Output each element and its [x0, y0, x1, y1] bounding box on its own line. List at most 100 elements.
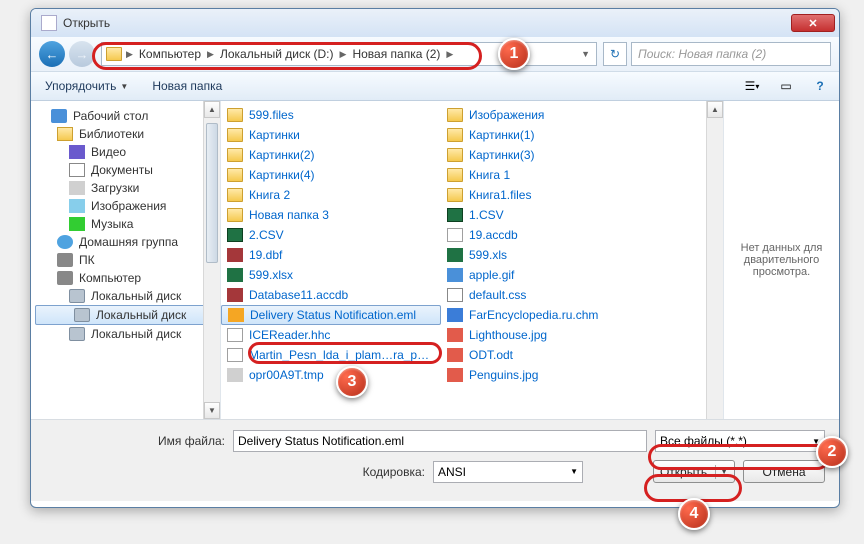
nav-label: Музыка — [91, 217, 133, 231]
file-item[interactable]: Lighthouse.jpg — [441, 325, 661, 345]
chevron-down-icon[interactable]: ▼ — [579, 49, 592, 59]
forward-button[interactable]: → — [69, 41, 95, 67]
nav-scrollbar[interactable]: ▲ ▼ — [203, 101, 220, 419]
filename-input[interactable] — [233, 430, 647, 452]
file-item[interactable]: Книга 1 — [441, 165, 661, 185]
db-icon — [227, 248, 243, 262]
file-item[interactable]: Книга1.files — [441, 185, 661, 205]
file-item[interactable]: 19.accdb — [441, 225, 661, 245]
file-item[interactable]: FarEncyclopedia.ru.chm — [441, 305, 661, 325]
file-name: 599.xlsx — [249, 268, 293, 282]
file-item[interactable]: Изображения — [441, 105, 661, 125]
file-item[interactable]: Картинки(3) — [441, 145, 661, 165]
nav-item[interactable]: Загрузки — [31, 179, 220, 197]
nav-item[interactable]: Домашняя группа — [31, 233, 220, 251]
close-button[interactable]: ✕ — [791, 14, 835, 32]
file-name: Изображения — [469, 108, 544, 122]
dl-icon — [69, 181, 85, 195]
file-item[interactable]: ODT.odt — [441, 345, 661, 365]
file-item[interactable]: opr00A9T.tmp — [221, 365, 441, 385]
file-item[interactable]: 19.dbf — [221, 245, 441, 265]
search-input[interactable]: Поиск: Новая папка (2) — [631, 42, 831, 66]
file-icon — [447, 228, 463, 242]
fold-icon — [227, 128, 243, 142]
nav-label: Документы — [91, 163, 153, 177]
file-item[interactable]: default.css — [441, 285, 661, 305]
nav-label: Загрузки — [91, 181, 139, 195]
chevron-icon[interactable]: ▶ — [444, 49, 455, 60]
fold-icon — [227, 148, 243, 162]
file-item[interactable]: Delivery Status Notification.eml — [221, 305, 441, 325]
nav-item[interactable]: Локальный диск — [35, 305, 216, 325]
dialog-body: Рабочий столБиблиотекиВидео Документы Загр… — [31, 101, 839, 419]
file-item[interactable]: Martin_Pesn_lda_i_plam…ra_p… — [221, 345, 441, 365]
scroll-down-button[interactable]: ▼ — [204, 402, 220, 419]
preview-pane: Нет данных для дварительного просмотра. — [723, 101, 839, 419]
chevron-icon[interactable]: ▶ — [338, 49, 349, 60]
titlebar[interactable]: Открыть ✕ — [31, 9, 839, 37]
fold-icon — [227, 188, 243, 202]
fold-icon — [227, 108, 243, 122]
file-item[interactable]: Картинки — [221, 125, 441, 145]
fold-icon — [227, 168, 243, 182]
file-name: Lighthouse.jpg — [469, 328, 547, 342]
scroll-up-button[interactable]: ▲ — [204, 101, 220, 118]
nav-item[interactable]: Рабочий стол — [31, 107, 220, 125]
nav-item[interactable]: Локальный диск — [31, 287, 220, 305]
file-name: 19.accdb — [469, 228, 518, 242]
nav-item[interactable]: Библиотеки — [31, 125, 220, 143]
file-name: 1.CSV — [469, 208, 504, 222]
encoding-select[interactable]: ANSI▼ — [433, 461, 583, 483]
refresh-button[interactable]: ↻ — [603, 42, 627, 66]
file-item[interactable]: Database11.accdb — [221, 285, 441, 305]
file-name: Книга1.files — [469, 188, 531, 202]
chevron-icon[interactable]: ▶ — [205, 49, 216, 60]
nav-item[interactable]: Музыка — [31, 215, 220, 233]
scroll-up-button[interactable]: ▲ — [707, 101, 723, 118]
file-item[interactable]: Книга 2 — [221, 185, 441, 205]
view-options-button[interactable]: ☰▾ — [741, 76, 763, 96]
file-scrollbar[interactable]: ▲ — [706, 101, 723, 419]
file-item[interactable]: 2.CSV — [221, 225, 441, 245]
file-item[interactable]: 599.files — [221, 105, 441, 125]
nav-item[interactable]: Видео — [31, 143, 220, 161]
fold-icon — [447, 168, 463, 182]
open-button[interactable]: Открыть▼ — [653, 460, 735, 483]
nav-item[interactable]: Изображения — [31, 197, 220, 215]
breadcrumb-segment[interactable]: Компьютер — [137, 47, 203, 61]
nav-item[interactable]: Документы — [31, 161, 220, 179]
file-name: 2.CSV — [249, 228, 284, 242]
jpg-icon — [447, 328, 463, 342]
scroll-thumb[interactable] — [206, 123, 218, 263]
file-item[interactable]: Картинки(1) — [441, 125, 661, 145]
file-type-filter[interactable]: Все файлы (*.*)▼ — [655, 430, 825, 452]
file-icon — [227, 348, 243, 362]
nav-label: Локальный диск — [96, 308, 186, 322]
file-item[interactable]: 599.xlsx — [221, 265, 441, 285]
nav-item[interactable]: Компьютер — [31, 269, 220, 287]
file-item[interactable]: Картинки(2) — [221, 145, 441, 165]
file-name: Картинки(4) — [249, 168, 315, 182]
file-item[interactable]: Новая папка 3 — [221, 205, 441, 225]
file-item[interactable]: Картинки(4) — [221, 165, 441, 185]
back-button[interactable]: ← — [39, 41, 65, 67]
chevron-icon[interactable]: ▶ — [124, 49, 135, 60]
help-button[interactable]: ? — [809, 76, 831, 96]
nav-item[interactable]: Локальный диск — [31, 325, 220, 343]
breadcrumb-segment[interactable]: Новая папка (2) — [350, 47, 442, 61]
callout-3: 3 — [336, 366, 368, 398]
file-item[interactable]: ICEReader.hhc — [221, 325, 441, 345]
preview-pane-button[interactable]: ▭ — [775, 76, 797, 96]
cancel-button[interactable]: Отмена — [743, 460, 825, 483]
file-item[interactable]: 1.CSV — [441, 205, 661, 225]
new-folder-button[interactable]: Новая папка — [146, 77, 228, 95]
nav-item[interactable]: ПК — [31, 251, 220, 269]
file-item[interactable]: Penguins.jpg — [441, 365, 661, 385]
organize-button[interactable]: Упорядочить▼ — [39, 77, 134, 95]
file-item[interactable]: 599.xls — [441, 245, 661, 265]
file-name: default.css — [469, 288, 526, 302]
file-item[interactable]: apple.gif — [441, 265, 661, 285]
drive-icon — [69, 289, 85, 303]
breadcrumb-segment[interactable]: Локальный диск (D:) — [218, 47, 336, 61]
fold-icon — [227, 208, 243, 222]
